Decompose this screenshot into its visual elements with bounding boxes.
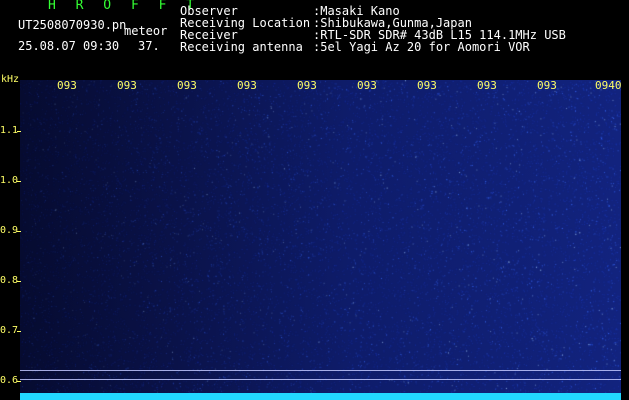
meteor-label: meteor: [124, 24, 168, 38]
x-tick-label: 093: [537, 79, 557, 92]
y-tick-label: 1.1: [0, 125, 19, 136]
carrier-line: [20, 379, 621, 380]
y-tick-label: 1.0: [0, 175, 19, 186]
y-tick: [17, 381, 21, 382]
y-tick-label: 0.7: [0, 325, 19, 336]
y-tick: [17, 181, 21, 182]
spectrogram-noise: [20, 80, 621, 398]
carrier-line: [20, 370, 621, 371]
antenna-label: Receiving antenna: [180, 40, 303, 54]
x-tick-label: 093: [117, 79, 137, 92]
antenna-value: :5el Yagi Az 20 for Aomori VOR: [313, 40, 530, 54]
y-tick-label: 0.6: [0, 375, 19, 386]
x-tick-label: 093: [477, 79, 497, 92]
y-tick-label: 0.8: [0, 275, 19, 286]
x-tick-label: 0940: [595, 79, 622, 92]
signal-strip: [20, 393, 621, 400]
file-name: UT2508070930.pn: [18, 18, 127, 32]
x-tick-label: 093: [357, 79, 377, 92]
app-title: H R O F F T: [48, 0, 201, 13]
x-tick-label: 093: [177, 79, 197, 92]
date-time: 25.08.07 09:30: [18, 39, 120, 53]
y-tick: [17, 281, 21, 282]
y-tick: [17, 331, 21, 332]
y-tick: [17, 131, 21, 132]
x-tick-label: 093: [57, 79, 77, 92]
right-margin: [621, 78, 629, 400]
x-tick-label: 093: [417, 79, 437, 92]
y-tick: [17, 231, 21, 232]
x-tick-label: 093: [297, 79, 317, 92]
spectrogram: [20, 80, 621, 398]
x-tick-label: 093: [237, 79, 257, 92]
y-axis-unit: kHz: [1, 74, 20, 85]
meteor-count: 37.: [138, 39, 160, 53]
y-tick-label: 0.9: [0, 225, 19, 236]
